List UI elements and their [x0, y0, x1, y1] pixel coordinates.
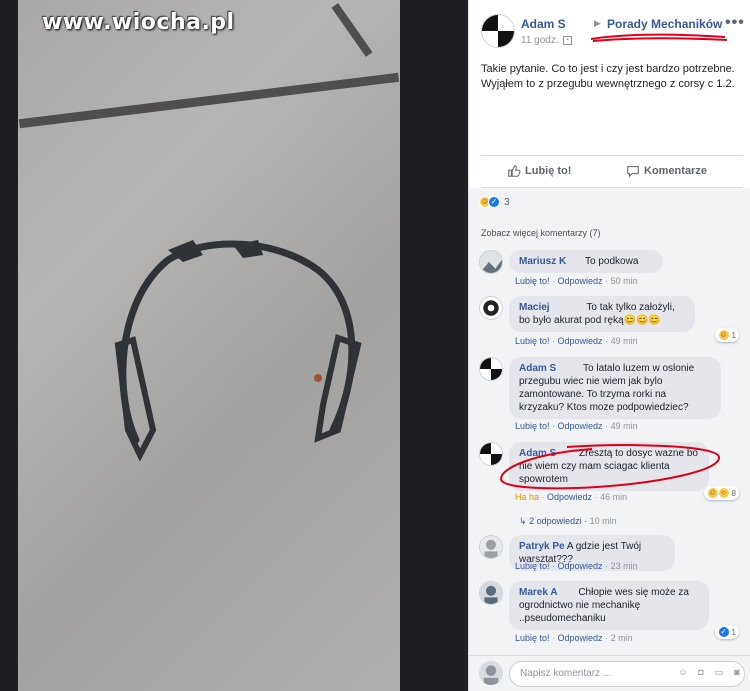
comment-meta: Lubię to! · Odpowiedz · 49 min	[515, 336, 638, 346]
comment-time[interactable]: 23 min	[611, 561, 638, 571]
comment-haha-link[interactable]: Ha ha	[515, 492, 539, 502]
post-author[interactable]: Adam S	[521, 17, 566, 31]
post-photo[interactable]: www.wiocha.pl	[18, 0, 400, 691]
replies-count: 2 odpowiedzi	[529, 516, 582, 526]
commenter-name[interactable]: Marek A	[519, 587, 558, 598]
watermark: www.wiocha.pl	[42, 10, 235, 35]
comment-reply-link[interactable]: Odpowiedz	[558, 561, 603, 571]
commenter-avatar[interactable]	[479, 296, 503, 320]
view-replies-link[interactable]: ↳ 2 odpowiedzi · 10 min	[519, 516, 617, 527]
comment-bubble: Mariusz K To podkowa	[509, 250, 663, 273]
commenter-name[interactable]: Maciej	[519, 302, 550, 313]
author-avatar[interactable]	[481, 14, 515, 48]
reaction-count: 3	[504, 196, 510, 208]
post-text: Takie pytanie. Co to jest i czy jest bar…	[481, 63, 735, 90]
haha-icon: ☺	[717, 329, 730, 341]
gif-icon[interactable]: ▭	[713, 667, 725, 678]
comment-time[interactable]: 46 min	[600, 492, 627, 502]
comment-bubble: Maciej To tak tylko założyli, bo było ak…	[509, 296, 695, 332]
comment-like-link[interactable]: Lubię to!	[515, 421, 550, 431]
commenter-name[interactable]: Adam S	[519, 363, 556, 374]
commenter-name[interactable]: Mariusz K	[519, 256, 566, 267]
comment-label: Komentarze	[644, 165, 707, 177]
user-avatar	[479, 661, 503, 685]
comment-reaction-count: 1	[731, 330, 736, 340]
thumbs-up-icon	[508, 165, 521, 177]
like-label: Lubię to!	[525, 165, 572, 177]
comment-placeholder: Napisz komentarz ...	[520, 668, 612, 679]
comments-section: ☺ ✓ 3 Zobacz więcej komentarzy (7) Mariu…	[469, 188, 750, 691]
comment-meta: Ha ha · Odpowiedz · 46 min	[515, 492, 628, 502]
commenter-avatar[interactable]	[479, 250, 503, 274]
composer-icons: ☺ ◘ ▭ ◙	[677, 667, 743, 678]
reply-arrow-icon: ↳	[519, 516, 527, 526]
commenter-avatar[interactable]	[479, 535, 503, 559]
comment-like-link[interactable]: Lubię to!	[515, 276, 550, 286]
comment-reply-link[interactable]: Odpowiedz	[558, 276, 603, 286]
comment-text: To podkowa	[585, 256, 639, 267]
circlip-image	[114, 240, 362, 462]
comment-icon	[627, 166, 639, 178]
reaction-summary[interactable]: ☺ ✓ 3	[479, 196, 510, 208]
comment-reactions[interactable]: ☺ 1	[714, 328, 739, 342]
comment-bubble: Adam S To latalo luzem w oslonie przegub…	[509, 357, 721, 419]
like-icon: ✓	[488, 196, 500, 208]
arrow-right-icon: ▶	[594, 18, 601, 28]
comment-reactions[interactable]: ✓ 1	[714, 625, 739, 639]
replies-time: 10 min	[589, 516, 617, 526]
comment-time[interactable]: 2 min	[611, 633, 633, 643]
comment-like-link[interactable]: Lubię to!	[515, 561, 550, 571]
commenter-name[interactable]: Patryk Pe	[519, 541, 565, 552]
post-time[interactable]: 11 godz.	[521, 35, 559, 46]
comment-button[interactable]: Komentarze	[626, 164, 707, 178]
post-menu-icon[interactable]: •••	[725, 14, 745, 32]
comment-time[interactable]: 49 min	[611, 336, 638, 346]
comment-reply-link[interactable]: Odpowiedz	[547, 492, 592, 502]
like-icon: ✓	[717, 626, 730, 638]
comment-time[interactable]: 49 min	[611, 421, 638, 431]
comment-reaction-count: 8	[731, 488, 736, 498]
comment-reply-link[interactable]: Odpowiedz	[558, 336, 603, 346]
comment-time[interactable]: 50 min	[611, 276, 638, 286]
commenter-avatar[interactable]	[479, 581, 503, 605]
comment-reply-link[interactable]: Odpowiedz	[558, 421, 603, 431]
commenter-avatar[interactable]	[479, 357, 503, 381]
comment-reply-link[interactable]: Odpowiedz	[558, 633, 603, 643]
audience-icon: ▪	[563, 36, 572, 45]
comment-meta: Lubię to! · Odpowiedz · 23 min	[515, 561, 638, 571]
red-underline-annotation	[590, 33, 728, 42]
comment-reaction-count: 1	[731, 627, 736, 637]
comment-meta: Lubię to! · Odpowiedz · 50 min	[515, 276, 638, 286]
like-button[interactable]: Lubię to!	[507, 164, 571, 178]
comment-like-link[interactable]: Lubię to!	[515, 336, 550, 346]
comment-like-link[interactable]: Lubię to!	[515, 633, 550, 643]
comment-composer: Napisz komentarz ... ☺ ◘ ▭ ◙	[469, 655, 750, 691]
comment-meta: Lubię to! · Odpowiedz · 49 min	[515, 421, 638, 431]
post-header: Adam S ▶ Porady Mechaników ••• 11 godz. …	[469, 0, 750, 52]
more-comments-link[interactable]: Zobacz więcej komentarzy (7)	[481, 228, 601, 238]
camera-icon[interactable]: ◘	[695, 667, 707, 678]
sticker-icon[interactable]: ◙	[731, 667, 743, 678]
post-panel: Adam S ▶ Porady Mechaników ••• 11 godz. …	[468, 0, 750, 691]
emoji-icon[interactable]: ☺	[677, 667, 689, 678]
red-circle-annotation	[499, 444, 720, 490]
comment-bubble: Marek A Chłopie wes się może za ogrodnic…	[509, 581, 709, 630]
post-actions: Lubię to! Komentarze	[481, 155, 743, 188]
comment-meta: Lubię to! · Odpowiedz · 2 min	[515, 633, 633, 643]
